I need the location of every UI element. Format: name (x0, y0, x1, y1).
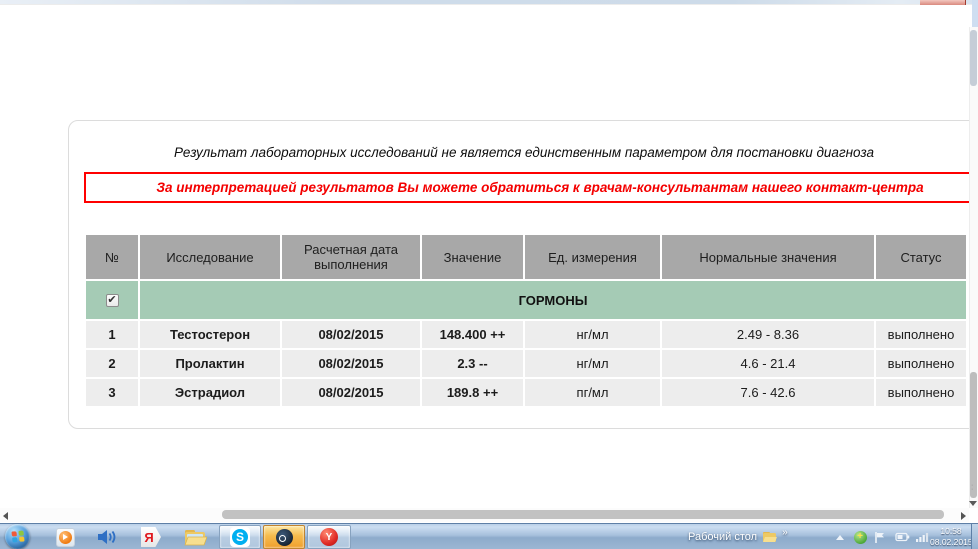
taskbar: Я S Y Рабочий с (0, 523, 978, 549)
scroll-left-arrow-icon[interactable] (3, 512, 8, 520)
cell-date: 08/02/2015 (282, 379, 420, 406)
desktop-toolbar[interactable]: Рабочий стол » (688, 524, 788, 549)
desktop-screen: Результат лабораторных исследований не я… (0, 0, 978, 549)
media-player-icon (56, 528, 75, 547)
battery-icon (895, 532, 910, 542)
cell-normal: 7.6 - 42.6 (662, 379, 874, 406)
windows-logo-icon (11, 530, 24, 542)
scroll-down-arrow-icon[interactable] (969, 501, 977, 506)
header-status: Статус (876, 235, 966, 279)
header-test: Исследование (140, 235, 280, 279)
group-checkbox-cell: ✔ (86, 281, 138, 319)
cell-status: выполнено (876, 350, 966, 377)
battery-tray-icon[interactable] (893, 524, 911, 549)
skype-taskbar-button[interactable]: S (219, 525, 261, 549)
cell-date: 08/02/2015 (282, 321, 420, 348)
desktop-folder-icon (762, 531, 777, 543)
cell-num: 3 (86, 379, 138, 406)
notice-box: За интерпретацией результатов Вы можете … (84, 172, 978, 203)
browser-chrome-sliver (0, 0, 978, 5)
cell-num: 1 (86, 321, 138, 348)
taskbar-clock[interactable]: 10:58 08.02.2015 (930, 526, 972, 548)
group-checkbox[interactable]: ✔ (106, 294, 119, 307)
header-value: Значение (422, 235, 523, 279)
network-tray-icon[interactable] (913, 524, 931, 549)
antivirus-tray-icon[interactable]: + (851, 524, 869, 549)
media-player-button[interactable] (50, 525, 80, 549)
signal-bars-icon (915, 531, 930, 543)
file-explorer-button[interactable] (180, 525, 210, 549)
cell-date: 08/02/2015 (282, 350, 420, 377)
desktop-toolbar-label: Рабочий стол (688, 531, 757, 543)
table-header-row: № Исследование Расчетная дата выполнения… (86, 235, 966, 279)
show-hidden-icons-button[interactable] (833, 524, 847, 549)
yandex-browser-icon: Y (320, 528, 338, 546)
notice-text: За интерпретацией результатов Вы можете … (156, 180, 923, 195)
scroll-right-arrow-icon[interactable] (961, 512, 966, 520)
skype-icon: S (230, 527, 250, 547)
header-normal: Нормальные значения (662, 235, 874, 279)
clock-date: 08.02.2015 (930, 537, 972, 548)
cell-num: 2 (86, 350, 138, 377)
yandex-browser-taskbar-button[interactable]: Y (307, 525, 351, 549)
speaker-icon (96, 527, 118, 547)
show-desktop-button[interactable] (971, 524, 978, 549)
toolbar-chevron[interactable]: » (782, 527, 788, 538)
cell-unit: нг/мл (525, 321, 660, 348)
cell-test: Тестостерон (140, 321, 280, 348)
folder-icon (183, 527, 207, 547)
cell-test: Пролактин (140, 350, 280, 377)
cell-normal: 4.6 - 21.4 (662, 350, 874, 377)
action-center-tray-icon[interactable] (872, 524, 888, 549)
flag-icon (874, 531, 886, 544)
table-row: 3 Эстрадиол 08/02/2015 189.8 ++ пг/мл 7.… (86, 379, 966, 406)
header-unit: Ед. измерения (525, 235, 660, 279)
volume-button[interactable] (92, 525, 122, 549)
antivirus-ball-icon: + (854, 531, 867, 544)
cell-normal: 2.49 - 8.36 (662, 321, 874, 348)
group-label: ГОРМОНЫ (140, 281, 966, 319)
scrollbar-grip-dots: ·· (971, 484, 976, 492)
vertical-scrollbar-thumb-outer[interactable] (970, 30, 977, 86)
window-edge-strip (972, 0, 978, 27)
cell-value: 189.8 ++ (422, 379, 523, 406)
cell-unit: нг/мл (525, 350, 660, 377)
clock-time: 10:58 (930, 526, 972, 537)
chevron-up-icon (836, 535, 844, 540)
header-num: № (86, 235, 138, 279)
yandex-app-button[interactable]: Я (136, 525, 166, 549)
cell-status: выполнено (876, 321, 966, 348)
cell-unit: пг/мл (525, 379, 660, 406)
start-button[interactable] (5, 524, 30, 549)
steam-icon (276, 529, 293, 546)
cell-test: Эстрадиол (140, 379, 280, 406)
header-date: Расчетная дата выполнения (282, 235, 420, 279)
yandex-app-icon: Я (141, 527, 161, 547)
cell-value: 148.400 ++ (422, 321, 523, 348)
disclaimer-text: Результат лабораторных исследований не я… (84, 145, 964, 160)
horizontal-scrollbar-thumb[interactable] (222, 510, 944, 519)
table-row: 2 Пролактин 08/02/2015 2.3 -- нг/мл 4.6 … (86, 350, 966, 377)
steam-taskbar-button[interactable] (263, 525, 305, 549)
cell-value: 2.3 -- (422, 350, 523, 377)
cell-status: выполнено (876, 379, 966, 406)
vertical-scrollbar-thumb[interactable] (970, 372, 977, 498)
results-table: № Исследование Расчетная дата выполнения… (84, 233, 968, 408)
close-button-sliver[interactable] (920, 0, 966, 5)
table-row: 1 Тестостерон 08/02/2015 148.400 ++ нг/м… (86, 321, 966, 348)
group-row-hormones: ✔ ГОРМОНЫ (86, 281, 966, 319)
